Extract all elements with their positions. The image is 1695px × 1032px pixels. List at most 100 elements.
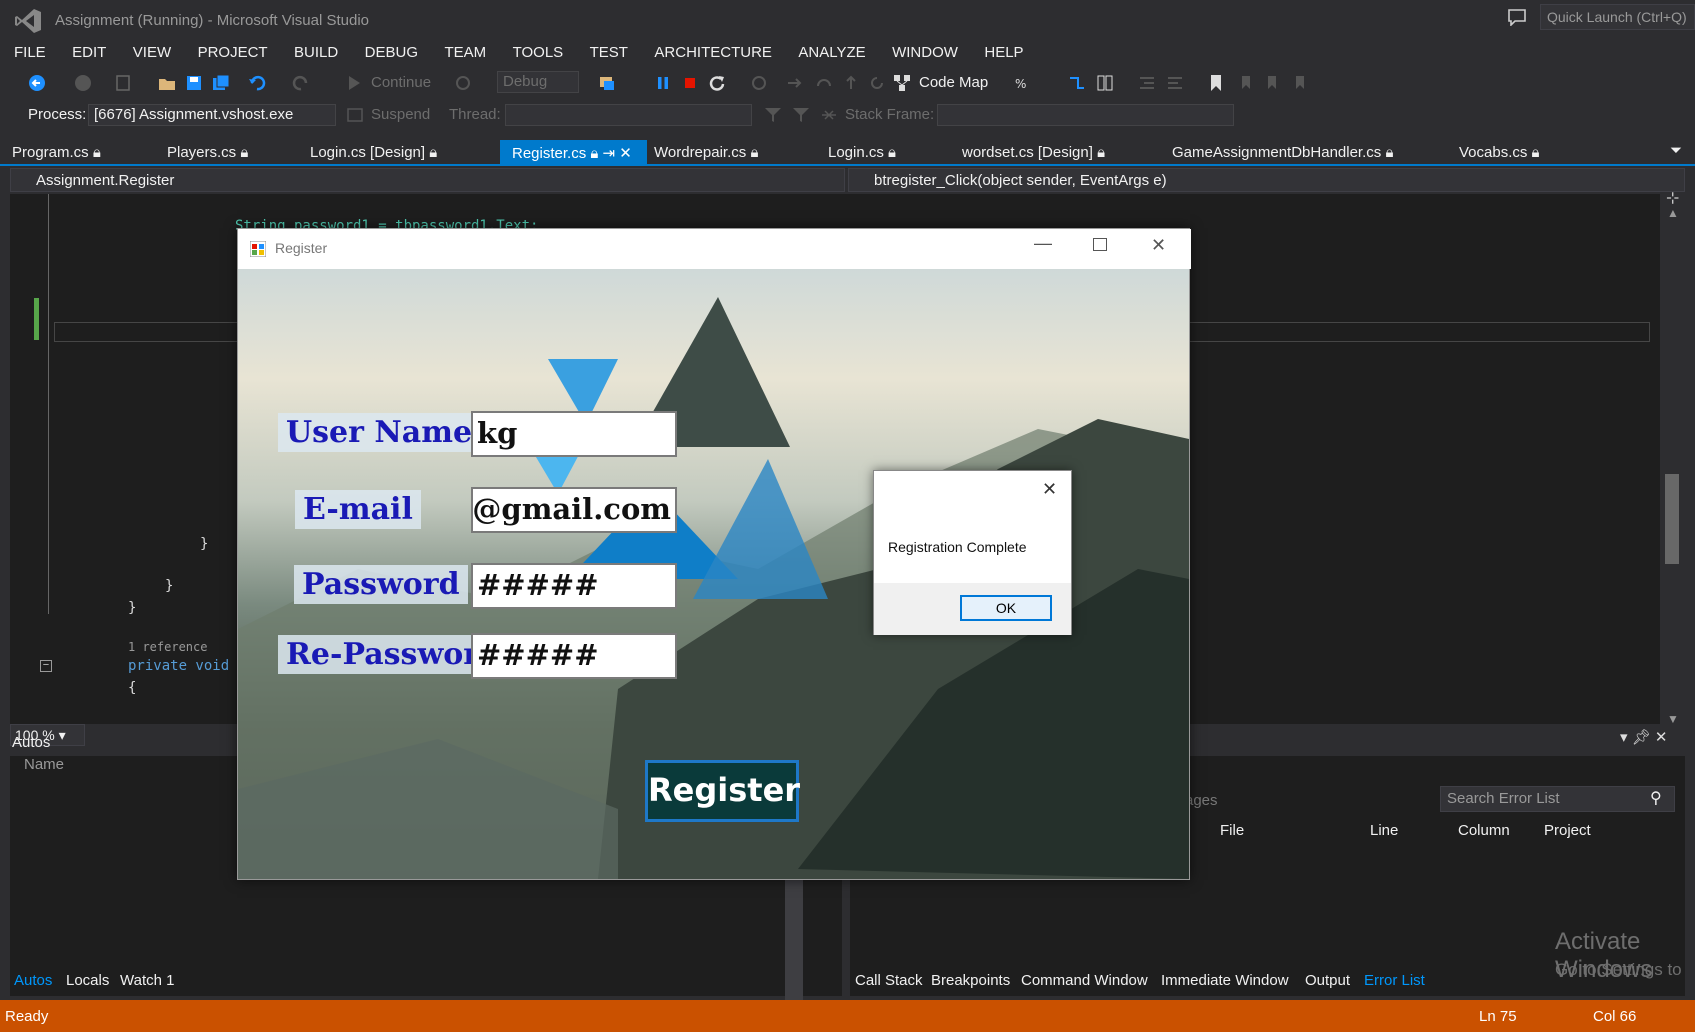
tab-call-stack[interactable]: Call Stack (855, 972, 923, 989)
tab-login-design[interactable]: Login.cs [Design] 🔒︎ (298, 140, 443, 166)
tab-output[interactable]: Output (1305, 972, 1350, 989)
tab-immediate-window[interactable]: Immediate Window (1161, 972, 1289, 989)
clear-bookmarks-icon[interactable] (1290, 74, 1308, 92)
menu-file[interactable]: FILE (14, 44, 46, 61)
tab-autos[interactable]: Autos (14, 972, 52, 989)
scroll-thumb[interactable] (1665, 474, 1679, 564)
step-out-icon[interactable] (842, 74, 860, 92)
indent-icon[interactable] (1166, 74, 1184, 92)
menu-architecture[interactable]: ARCHITECTURE (654, 44, 772, 61)
tab-login-cs[interactable]: Login.cs 🔒︎ (816, 140, 902, 166)
password-input[interactable]: ##### (471, 563, 677, 609)
tab-program-cs[interactable]: Program.cs 🔒︎ (0, 140, 107, 166)
minimize-icon[interactable]: — (1034, 233, 1052, 254)
menu-view[interactable]: VIEW (133, 44, 171, 61)
menu-analyze[interactable]: ANALYZE (798, 44, 865, 61)
email-input[interactable]: kg@gmail.com (471, 487, 677, 533)
menu-team[interactable]: TEAM (444, 44, 486, 61)
tab-command-window[interactable]: Command Window (1021, 972, 1148, 989)
close-icon[interactable]: ✕ (1655, 729, 1668, 746)
close-icon[interactable]: ✕ (619, 145, 632, 162)
tab-vocabs-cs[interactable]: Vocabs.cs 🔒︎ (1447, 140, 1546, 166)
tab-watch-1[interactable]: Watch 1 (120, 972, 174, 989)
menu-test[interactable]: TEST (590, 44, 628, 61)
stop-debugging-icon[interactable] (681, 74, 699, 92)
line-column[interactable]: Line (1370, 822, 1398, 839)
scroll-up-icon[interactable]: ▲ (1667, 206, 1679, 220)
close-icon[interactable]: ✕ (1042, 479, 1057, 500)
type-dropdown[interactable]: Assignment.Register (10, 168, 845, 192)
menu-edit[interactable]: EDIT (72, 44, 106, 61)
column-column[interactable]: Column (1458, 822, 1510, 839)
open-file-icon[interactable] (158, 74, 176, 92)
tab-locals[interactable]: Locals (66, 972, 109, 989)
back-icon[interactable] (28, 74, 46, 92)
pin-icon[interactable]: ⇥ (603, 145, 616, 162)
code-map-icon[interactable] (893, 74, 911, 92)
solution-config-dropdown[interactable]: Debug (497, 71, 579, 93)
flag-thread-icon[interactable] (792, 106, 810, 124)
new-project-icon[interactable] (114, 74, 132, 92)
file-column[interactable]: File (1220, 822, 1244, 839)
menu-project[interactable]: PROJECT (198, 44, 268, 61)
tab-wordset-design[interactable]: wordset.cs [Design] 🔒︎ (950, 140, 1111, 166)
hex-display-icon[interactable]: % (1014, 74, 1032, 92)
project-column[interactable]: Project (1544, 822, 1591, 839)
tab-overflow-icon[interactable]: ⏷ (1670, 142, 1682, 159)
parallel-stacks-icon[interactable] (1096, 74, 1114, 92)
search-icon[interactable]: ⚲ (1650, 788, 1662, 808)
maximize-icon[interactable] (1093, 238, 1107, 251)
tab-gameassignmentdbhandler-cs[interactable]: GameAssignmentDbHandler.cs 🔒︎ (1160, 140, 1399, 166)
restart-small-icon[interactable] (454, 74, 472, 92)
code-map-button[interactable]: Code Map (919, 74, 988, 91)
tab-players-cs[interactable]: Players.cs 🔒︎ (155, 140, 254, 166)
step-into-icon[interactable] (786, 74, 804, 92)
break-all-icon[interactable] (654, 74, 672, 92)
step-into-specific-icon[interactable] (1068, 74, 1086, 92)
tab-breakpoints[interactable]: Breakpoints (931, 972, 1010, 989)
pin-icon[interactable]: 📌︎ (1632, 729, 1651, 746)
tab-register-cs[interactable]: Register.cs 🔒︎ ⇥ ✕ (500, 140, 647, 166)
thread-dropdown[interactable] (505, 104, 752, 126)
menu-window[interactable]: WINDOW (892, 44, 958, 61)
show-threads-icon[interactable] (820, 106, 838, 124)
member-dropdown[interactable]: btregister_Click(object sender, EventArg… (848, 168, 1685, 192)
panel-menu-icon[interactable]: ▾ (1620, 729, 1628, 746)
register-button[interactable]: Register (645, 760, 800, 822)
quick-launch-input[interactable]: Quick Launch (Ctrl+Q) (1540, 4, 1695, 30)
re-password-input[interactable]: ##### (471, 633, 677, 679)
menu-build[interactable]: BUILD (294, 44, 338, 61)
suspend-icon[interactable] (346, 106, 364, 124)
collapse-icon[interactable]: − (40, 660, 52, 672)
redo-icon[interactable] (292, 74, 310, 92)
menu-help[interactable]: HELP (984, 44, 1023, 61)
show-next-statement-icon[interactable] (750, 74, 768, 92)
codelens-reference[interactable]: 1 reference (128, 640, 207, 654)
ok-button[interactable]: OK (960, 595, 1052, 621)
save-icon[interactable] (185, 74, 203, 92)
user-name-input[interactable]: kg (471, 411, 677, 457)
split-icon[interactable]: ⊹ (1666, 188, 1679, 208)
find-icon[interactable] (598, 74, 616, 92)
continue-button[interactable]: Continue (371, 74, 431, 91)
stack-frame-dropdown[interactable] (937, 104, 1234, 126)
feedback-icon[interactable] (1507, 8, 1527, 26)
search-error-list-input[interactable]: Search Error List (1440, 786, 1675, 812)
bookmark-icon[interactable] (1207, 74, 1225, 92)
refresh-icon[interactable] (868, 74, 886, 92)
menu-debug[interactable]: DEBUG (365, 44, 418, 61)
forward-icon[interactable] (74, 74, 92, 92)
process-dropdown[interactable]: [6676] Assignment.vshost.exe (88, 104, 336, 126)
next-bookmark-icon[interactable] (1262, 74, 1280, 92)
tab-error-list[interactable]: Error List (1364, 972, 1425, 989)
outdent-icon[interactable] (1138, 74, 1156, 92)
restart-icon[interactable] (708, 74, 726, 92)
save-all-icon[interactable] (212, 74, 230, 92)
prev-bookmark-icon[interactable] (1236, 74, 1254, 92)
close-icon[interactable]: ✕ (1151, 235, 1166, 256)
menu-tools[interactable]: TOOLS (513, 44, 564, 61)
continue-icon[interactable] (345, 74, 363, 92)
autos-name-column[interactable]: Name (24, 756, 64, 773)
flag-filter-icon[interactable] (764, 106, 782, 124)
suspend-button[interactable]: Suspend (371, 106, 430, 123)
